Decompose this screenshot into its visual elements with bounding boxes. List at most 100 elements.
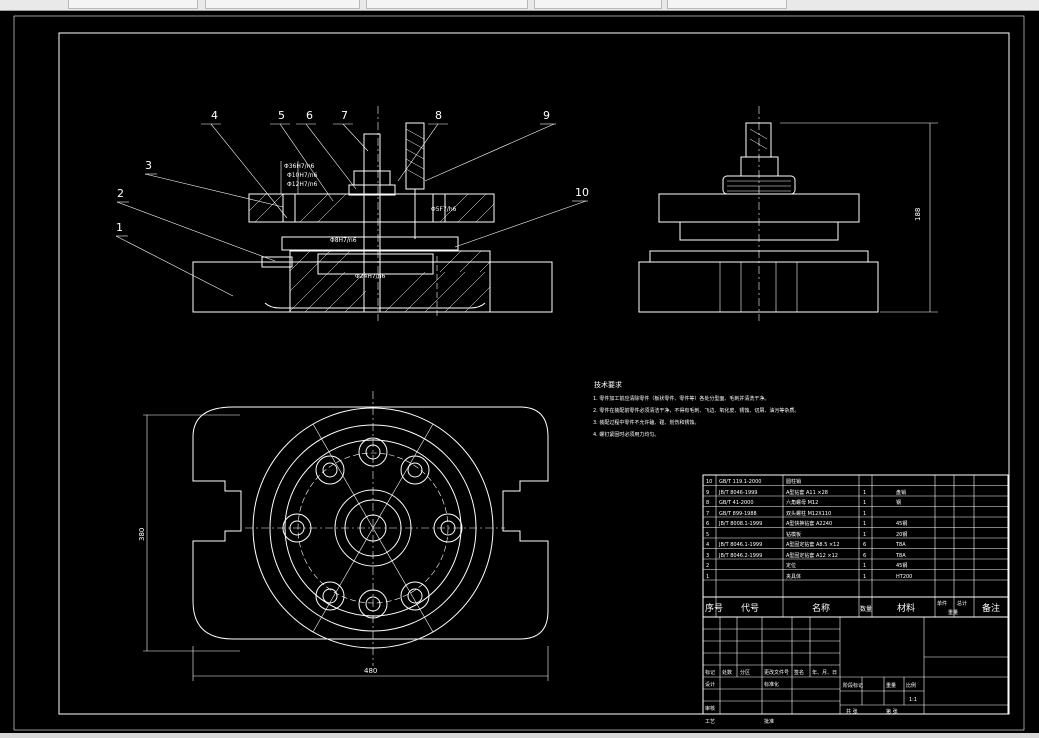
svg-text:更改文件号: 更改文件号 <box>764 669 789 676</box>
svg-text:审核: 审核 <box>705 705 715 712</box>
svg-text:Φ8H7/n6: Φ8H7/n6 <box>330 237 357 244</box>
svg-text:夹具体: 夹具体 <box>786 573 801 580</box>
svg-text:签名: 签名 <box>794 669 804 676</box>
svg-text:2: 2 <box>706 563 709 569</box>
svg-text:JB/T 8046-1999: JB/T 8046-1999 <box>718 490 758 496</box>
svg-text:批准: 批准 <box>764 718 774 725</box>
callouts: 1 2 3 4 5 6 7 8 9 10 <box>115 109 589 297</box>
svg-text:1: 1 <box>863 574 866 580</box>
callout-10: 10 <box>575 186 589 199</box>
svg-text:10: 10 <box>706 479 712 485</box>
svg-text:年、月、日: 年、月、日 <box>812 669 837 676</box>
svg-text:45钢: 45钢 <box>896 562 907 569</box>
svg-text:7: 7 <box>706 511 709 517</box>
svg-text:Φ24H7/n6: Φ24H7/n6 <box>355 273 386 280</box>
toolbar-tab[interactable] <box>205 0 360 9</box>
toolbar-tab[interactable] <box>534 0 662 9</box>
callout-8: 8 <box>435 109 442 122</box>
svg-text:处数: 处数 <box>722 669 732 676</box>
svg-text:分区: 分区 <box>740 669 750 676</box>
svg-text:JB/T 8046.1-1999: JB/T 8046.1-1999 <box>718 542 762 548</box>
status-bar <box>0 733 1039 738</box>
toolbar-tab[interactable] <box>366 0 528 9</box>
svg-text:重量: 重量 <box>948 609 958 616</box>
callout-6: 6 <box>306 109 313 122</box>
svg-text:1:1: 1:1 <box>909 697 917 703</box>
svg-text:GB/T 899-1988: GB/T 899-1988 <box>719 511 757 517</box>
svg-text:45钢: 45钢 <box>896 520 907 527</box>
callout-7: 7 <box>341 109 348 122</box>
bom-table: 10 GB/T 119.1-2000 圆柱销 9 JB/T 8046-1999 A型钻套… <box>702 474 1009 618</box>
svg-text:JB/T 8046.2-1999: JB/T 8046.2-1999 <box>718 553 762 559</box>
svg-text:重量: 重量 <box>886 682 896 689</box>
svg-text:Φ36H7/n6: Φ36H7/n6 <box>284 163 315 170</box>
svg-text:钻模板: 钻模板 <box>786 531 801 538</box>
tech-note: 3. 装配过程中零件不允许磕、碰、划伤和锈蚀。 <box>593 419 699 426</box>
svg-text:共 张: 共 张 <box>846 708 858 715</box>
toolbar-tab[interactable] <box>68 0 198 9</box>
tech-note: 2. 零件在装配前零件必须清洁干净，不得有毛刺、飞边、氧化皮、锈蚀、切屑、油污等… <box>593 407 799 414</box>
cad-drawing: Φ8H7/n6 Φ24H7/n6 Φ36H7/n6 Φ10H7/n6 Φ12H7… <box>13 15 1025 731</box>
tech-note: 4. 螺钉紧固时必须用力均匀。 <box>593 431 659 438</box>
svg-text:盘销: 盘销 <box>896 489 906 496</box>
svg-text:4: 4 <box>706 542 709 548</box>
svg-text:1: 1 <box>863 490 866 496</box>
svg-text:六角螺母 M12: 六角螺母 M12 <box>786 499 818 506</box>
callout-4: 4 <box>211 109 218 122</box>
callout-2: 2 <box>117 187 124 200</box>
svg-text:20钢: 20钢 <box>896 531 907 538</box>
svg-text:名称: 名称 <box>812 602 830 614</box>
side-view: 188 <box>638 106 938 321</box>
svg-text:比例: 比例 <box>906 682 916 689</box>
svg-text:1: 1 <box>863 532 866 538</box>
svg-text:标记: 标记 <box>705 669 715 676</box>
svg-text:工艺: 工艺 <box>705 719 715 725</box>
svg-text:380: 380 <box>138 528 146 541</box>
svg-text:备注: 备注 <box>982 602 1000 614</box>
svg-text:GB/T 119.1-2000: GB/T 119.1-2000 <box>719 479 761 485</box>
callout-9: 9 <box>543 109 550 122</box>
toolbar-tab[interactable] <box>667 0 787 9</box>
svg-text:材料: 材料 <box>897 602 915 614</box>
svg-text:A型快换钻套 A2240: A型快换钻套 A2240 <box>786 520 832 527</box>
svg-text:6: 6 <box>863 542 866 548</box>
front-section-view: Φ8H7/n6 Φ24H7/n6 Φ36H7/n6 Φ10H7/n6 Φ12H7… <box>192 106 553 321</box>
svg-text:1: 1 <box>863 563 866 569</box>
svg-text:T8A: T8A <box>895 542 906 548</box>
svg-text:5: 5 <box>706 532 709 538</box>
svg-text:第 张: 第 张 <box>886 708 898 715</box>
svg-text:9: 9 <box>706 490 709 496</box>
svg-text:A型固定钻套 A8.5 ×12: A型固定钻套 A8.5 ×12 <box>786 541 840 548</box>
svg-text:480: 480 <box>364 667 377 675</box>
callout-1: 1 <box>116 221 123 234</box>
svg-text:1: 1 <box>863 500 866 506</box>
svg-text:钢: 钢 <box>896 499 901 506</box>
svg-text:标准化: 标准化 <box>764 681 779 688</box>
svg-text:单件: 单件 <box>937 600 947 607</box>
svg-text:6: 6 <box>706 521 709 527</box>
svg-text:Φ5F7/h6: Φ5F7/h6 <box>431 206 457 213</box>
svg-text:总计: 总计 <box>957 600 967 607</box>
svg-text:数量: 数量 <box>860 605 872 613</box>
title-block: 标记 处数 分区 更改文件号 签名 年、月、日 设计 标准化 阶段标记 重量 比… <box>702 616 1009 725</box>
drawing-canvas[interactable]: Φ8H7/n6 Φ24H7/n6 Φ36H7/n6 Φ10H7/n6 Φ12H7… <box>0 11 1039 733</box>
svg-text:代号: 代号 <box>741 603 759 614</box>
svg-text:A型钻套 A11 ×28: A型钻套 A11 ×28 <box>786 489 828 496</box>
technical-requirements: 技术要求 1. 零件加工前应清除零件（板状零件、零件等）各处分型面、毛刺并清洗干… <box>593 380 799 438</box>
svg-text:阶段标记: 阶段标记 <box>843 682 863 689</box>
svg-text:1: 1 <box>706 574 709 580</box>
svg-text:1: 1 <box>863 511 866 517</box>
callout-3: 3 <box>145 159 152 172</box>
svg-text:Φ12H7/n6: Φ12H7/n6 <box>287 181 318 188</box>
svg-text:GB/T 41-2000: GB/T 41-2000 <box>719 500 754 506</box>
svg-text:8: 8 <box>706 500 709 506</box>
tech-note: 1. 零件加工前应清除零件（板状零件、零件等）各处分型面、毛刺并清洗干净。 <box>593 395 769 402</box>
svg-text:T8A: T8A <box>895 553 906 559</box>
svg-text:6: 6 <box>863 553 866 559</box>
svg-text:序号: 序号 <box>705 602 723 614</box>
svg-text:188: 188 <box>914 208 922 221</box>
tech-title: 技术要求 <box>594 380 622 389</box>
toolbar <box>0 0 1039 11</box>
svg-text:1: 1 <box>863 521 866 527</box>
svg-text:Φ10H7/n6: Φ10H7/n6 <box>287 172 318 179</box>
